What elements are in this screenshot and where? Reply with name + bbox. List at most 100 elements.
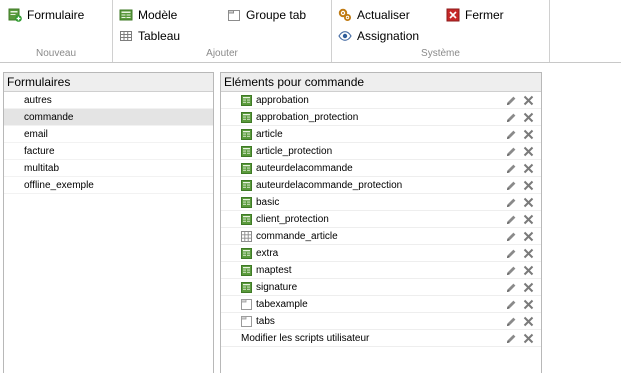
element-list-item[interactable]: extra [221,245,541,262]
element-list-item[interactable]: maptest [221,262,541,279]
forms-panel-title: Formulaires [4,73,213,92]
element-list-item[interactable]: Modifier les scripts utilisateur [221,330,541,347]
edit-pencil-icon[interactable] [505,248,517,260]
edit-pencil-icon[interactable] [505,299,517,311]
delete-x-icon[interactable] [523,316,534,327]
edit-pencil-icon[interactable] [505,316,517,328]
close-icon [446,8,460,22]
element-list-item[interactable]: tabexample [221,296,541,313]
element-list-item[interactable]: article [221,126,541,143]
element-list-item[interactable]: signature [221,279,541,296]
element-list-item[interactable]: basic [221,194,541,211]
element-list-item[interactable]: client_protection [221,211,541,228]
delete-x-icon[interactable] [523,282,534,293]
model-icon [241,282,252,293]
form-list-item[interactable]: offline_exemple [4,177,213,194]
model-icon [119,8,133,22]
element-list-item[interactable]: approbation_protection [221,109,541,126]
edit-pencil-icon[interactable] [505,214,517,226]
add-table-button[interactable]: Tableau [119,27,180,45]
model-icon [241,112,252,123]
model-icon [241,265,252,276]
new-form-button[interactable]: Formulaire [8,6,84,24]
model-icon [241,129,252,140]
model-icon [241,214,252,225]
element-list-item-label: auteurdelacommande [256,163,353,174]
edit-pencil-icon[interactable] [505,163,517,175]
model-icon [241,180,252,191]
add-model-button[interactable]: Modèle [119,6,177,24]
edit-pencil-icon[interactable] [505,180,517,192]
element-list-item-label: article_protection [256,146,333,157]
delete-x-icon[interactable] [523,197,534,208]
ribbon-group-label-ajouter: Ajouter [206,48,238,59]
element-list-item-label: client_protection [256,214,329,225]
add-table-label: Tableau [138,29,181,43]
form-list-item-label: commande [24,112,74,123]
element-list-item-label: signature [256,282,298,293]
close-label: Fermer [465,8,504,22]
model-icon [241,95,252,106]
elements-panel: Eléments pour commande approbation approb… [220,72,542,373]
element-list-item-label: auteurdelacommande_protection [256,180,403,191]
delete-x-icon[interactable] [523,163,534,174]
element-list-item[interactable]: commande_article [221,228,541,245]
add-tab-group-button[interactable]: Groupe tab [227,6,306,24]
elements-list: approbation approbation_protectionarticle… [221,92,541,347]
eye-icon [338,29,352,43]
new-form-icon [8,8,22,22]
new-form-label: Formulaire [27,8,85,22]
delete-x-icon[interactable] [523,180,534,191]
delete-x-icon[interactable] [523,231,534,242]
edit-pencil-icon[interactable] [505,231,517,243]
edit-pencil-icon[interactable] [505,282,517,294]
form-list-item-label: autres [24,95,52,106]
form-list-item[interactable]: autres [4,92,213,109]
delete-x-icon[interactable] [523,146,534,157]
delete-x-icon[interactable] [523,299,534,310]
delete-x-icon[interactable] [523,112,534,123]
element-list-item[interactable]: tabs [221,313,541,330]
edit-pencil-icon[interactable] [505,197,517,209]
form-list-item[interactable]: multitab [4,160,213,177]
form-list-item[interactable]: facture [4,143,213,160]
delete-x-icon[interactable] [523,214,534,225]
element-list-item[interactable]: auteurdelacommande [221,160,541,177]
delete-x-icon[interactable] [523,333,534,344]
refresh-button[interactable]: Actualiser [338,6,410,24]
edit-pencil-icon[interactable] [505,129,517,141]
element-list-item[interactable]: auteurdelacommande_protection [221,177,541,194]
element-list-item-label: commande_article [256,231,338,242]
delete-x-icon[interactable] [523,265,534,276]
form-list-item[interactable]: commande [4,109,213,126]
element-list-item[interactable]: article_protection [221,143,541,160]
element-list-item-label: tabexample [256,299,308,310]
forms-panel: Formulaires autres commande email facture mu… [3,72,214,373]
delete-x-icon[interactable] [523,95,534,106]
ribbon-group-nouveau: Formulaire Nouveau [0,0,113,62]
close-button[interactable]: Fermer [446,6,504,24]
delete-x-icon[interactable] [523,129,534,140]
assignment-label: Assignation [357,29,420,43]
edit-pencil-icon[interactable] [505,333,517,345]
element-list-item-label: tabs [256,316,275,327]
delete-x-icon[interactable] [523,248,534,259]
assignment-button[interactable]: Assignation [338,27,419,45]
edit-pencil-icon[interactable] [505,95,517,107]
ribbon-group-label-nouveau: Nouveau [35,48,77,59]
element-list-item-label: Modifier les scripts utilisateur [241,333,370,344]
ribbon-toolbar: Formulaire Nouveau Modèle Tableau Groupe… [0,0,621,63]
forms-list: autres commande email facture multitab offlin… [4,92,213,194]
model-icon [241,197,252,208]
element-list-item-label: article [256,129,283,140]
edit-pencil-icon[interactable] [505,146,517,158]
form-list-item-label: facture [24,146,55,157]
edit-pencil-icon[interactable] [505,112,517,124]
form-list-item[interactable]: email [4,126,213,143]
model-icon [241,163,252,174]
edit-pencil-icon[interactable] [505,265,517,277]
element-list-item-label: maptest [256,265,292,276]
element-list-item[interactable]: approbation [221,92,541,109]
ribbon-group-ajouter: Modèle Tableau Groupe tab Ajouter [113,0,332,62]
form-list-item-label: multitab [24,163,60,174]
